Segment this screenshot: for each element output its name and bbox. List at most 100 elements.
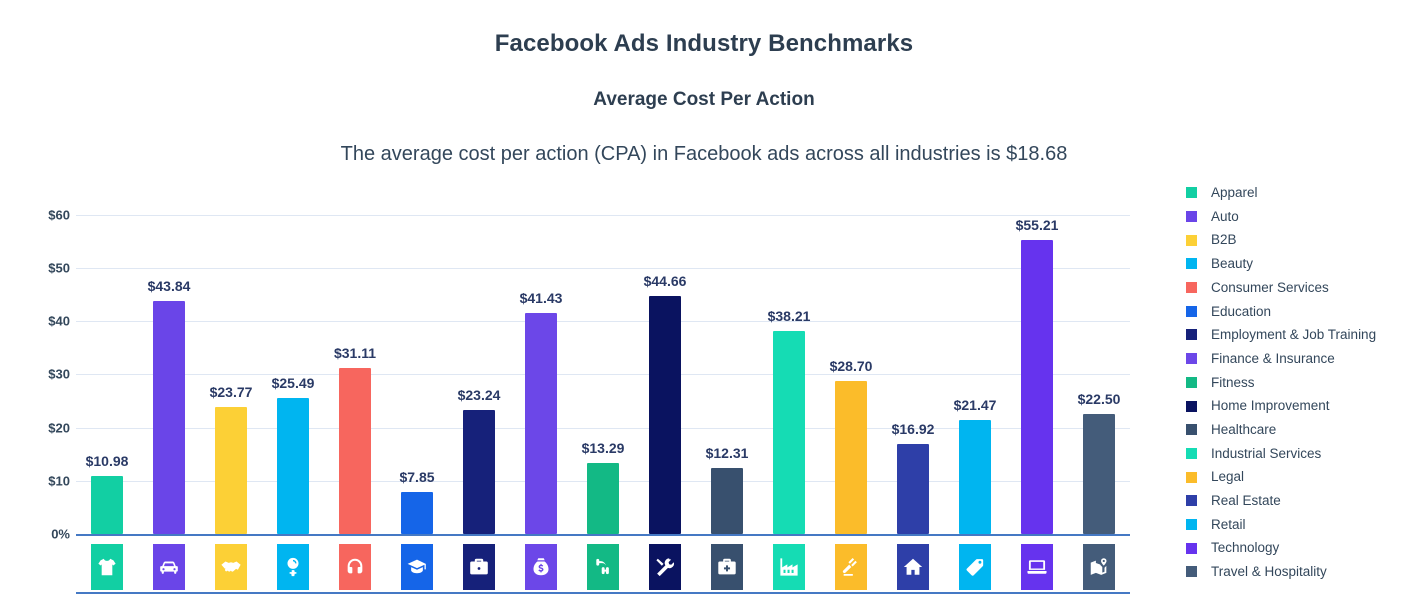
- legend-color-swatch: [1186, 424, 1197, 436]
- bar-value-label: $43.84: [147, 277, 191, 294]
- bar-group[interactable]: $31.11: [326, 196, 384, 534]
- legend-item[interactable]: Fitness: [1186, 371, 1401, 395]
- bar-group[interactable]: $10.98: [78, 196, 136, 534]
- bar-group[interactable]: $55.21: [1008, 196, 1066, 534]
- bar-group[interactable]: $13.29: [574, 196, 632, 534]
- legend-item-label: Retail: [1211, 516, 1246, 532]
- bar-value-label: $21.47: [953, 396, 997, 413]
- legend-item-label: Fitness: [1211, 374, 1255, 390]
- bar-group[interactable]: $7.85: [388, 196, 446, 534]
- legend-item[interactable]: Apparel: [1186, 181, 1401, 205]
- legend-color-swatch: [1186, 400, 1197, 412]
- bar-group[interactable]: $23.24: [450, 196, 508, 534]
- legend-color-swatch: [1186, 353, 1197, 365]
- bar-group[interactable]: $12.31: [698, 196, 756, 534]
- factory-icon: [773, 544, 805, 590]
- medical-kit-icon: [711, 544, 743, 590]
- bar-group[interactable]: $22.50: [1070, 196, 1128, 534]
- bar-group[interactable]: $43.84: [140, 196, 198, 534]
- legend-color-swatch: [1186, 187, 1197, 199]
- legend-item[interactable]: Employment & Job Training: [1186, 323, 1401, 347]
- bar-group[interactable]: $25.49: [264, 196, 322, 534]
- bar[interactable]: [401, 492, 433, 534]
- legend-item-label: Healthcare: [1211, 421, 1277, 437]
- legend-color-swatch: [1186, 282, 1197, 294]
- legend-item-label: Apparel: [1211, 185, 1258, 201]
- bar[interactable]: [711, 468, 743, 534]
- bar[interactable]: [525, 313, 557, 534]
- bar-value-label: $41.43: [519, 290, 563, 307]
- y-axis-tick-label: 0%: [51, 526, 70, 542]
- headset-icon: [339, 544, 371, 590]
- page-title: Facebook Ads Industry Benchmarks: [494, 30, 914, 57]
- bar-value-label: $12.31: [705, 445, 749, 462]
- gavel-icon: [835, 544, 867, 590]
- legend-color-swatch: [1186, 566, 1197, 578]
- legend-item[interactable]: Travel & Hospitality: [1186, 560, 1401, 584]
- bar-value-label: $44.66: [643, 273, 687, 290]
- bar-value-label: $28.70: [829, 358, 873, 375]
- bar-value-label: $7.85: [399, 469, 435, 486]
- bar[interactable]: [215, 407, 247, 534]
- legend-item-label: Real Estate: [1211, 493, 1281, 509]
- bar-value-label: $23.77: [209, 384, 253, 401]
- bar[interactable]: [773, 330, 805, 534]
- bar-value-label: $16.92: [891, 420, 935, 437]
- legend-color-swatch: [1186, 542, 1197, 554]
- bar-value-label: $38.21: [767, 307, 811, 324]
- bar-group[interactable]: $16.92: [884, 196, 942, 534]
- mirror-icon: [277, 544, 309, 590]
- bar[interactable]: [277, 398, 309, 534]
- bar[interactable]: [463, 410, 495, 534]
- bar-group[interactable]: $23.77: [202, 196, 260, 534]
- legend-item[interactable]: Real Estate: [1186, 489, 1401, 513]
- bar[interactable]: [897, 443, 929, 534]
- legend-item-label: Technology: [1211, 540, 1280, 556]
- bar[interactable]: [587, 463, 619, 534]
- legend-item[interactable]: Beauty: [1186, 252, 1401, 276]
- legend-item[interactable]: B2B: [1186, 228, 1401, 252]
- laptop-icon: [1021, 544, 1053, 590]
- bar-value-label: $22.50: [1077, 391, 1121, 408]
- legend-item-label: Consumer Services: [1211, 279, 1329, 295]
- legend-item[interactable]: Healthcare: [1186, 418, 1401, 442]
- legend-color-swatch: [1186, 329, 1197, 341]
- legend-item[interactable]: Auto: [1186, 205, 1401, 229]
- bar-group[interactable]: $28.70: [822, 196, 880, 534]
- legend-item[interactable]: Finance & Insurance: [1186, 347, 1401, 371]
- legend-item[interactable]: Technology: [1186, 536, 1401, 560]
- bar-group[interactable]: $44.66: [636, 196, 694, 534]
- house-icon: [897, 544, 929, 590]
- car-icon: [153, 544, 185, 590]
- bar[interactable]: [339, 368, 371, 534]
- legend-color-swatch: [1186, 376, 1197, 388]
- bar[interactable]: [649, 296, 681, 534]
- bar[interactable]: [1083, 414, 1115, 534]
- legend-item[interactable]: Retail: [1186, 513, 1401, 537]
- chart-legend: Apparel Auto B2B Beauty Consumer Services Edu…: [1186, 181, 1401, 584]
- bar-chart: $60 $50 $40 $30 $20 $10 0% $10.98 $43.84 $23.77 $…: [0, 196, 1165, 596]
- bar-group[interactable]: $38.21: [760, 196, 818, 534]
- bar[interactable]: [959, 419, 991, 534]
- legend-item[interactable]: Education: [1186, 299, 1401, 323]
- legend-color-swatch: [1186, 211, 1197, 223]
- chart-subtitle: Average Cost Per Action: [593, 88, 815, 110]
- y-axis-tick-label: $20: [48, 420, 70, 436]
- bar-group[interactable]: $21.47: [946, 196, 1004, 534]
- legend-item[interactable]: Legal: [1186, 465, 1401, 489]
- legend-item[interactable]: Industrial Services: [1186, 442, 1401, 466]
- legend-item-label: Travel & Hospitality: [1211, 564, 1327, 580]
- legend-item[interactable]: Home Improvement: [1186, 394, 1401, 418]
- legend-item-label: Beauty: [1211, 256, 1254, 272]
- bar[interactable]: [153, 300, 185, 534]
- bar-group[interactable]: $41.43: [512, 196, 570, 534]
- legend-item[interactable]: Consumer Services: [1186, 276, 1401, 300]
- bar[interactable]: [1021, 240, 1053, 534]
- legend-item-label: Industrial Services: [1211, 445, 1322, 461]
- bar[interactable]: [91, 475, 123, 534]
- legend-color-swatch: [1186, 447, 1197, 459]
- bar[interactable]: [835, 381, 867, 534]
- dumbbell-icon: [587, 544, 619, 590]
- legend-item-label: Auto: [1211, 208, 1239, 224]
- y-axis: $60 $50 $40 $30 $20 $10 0%: [22, 196, 70, 596]
